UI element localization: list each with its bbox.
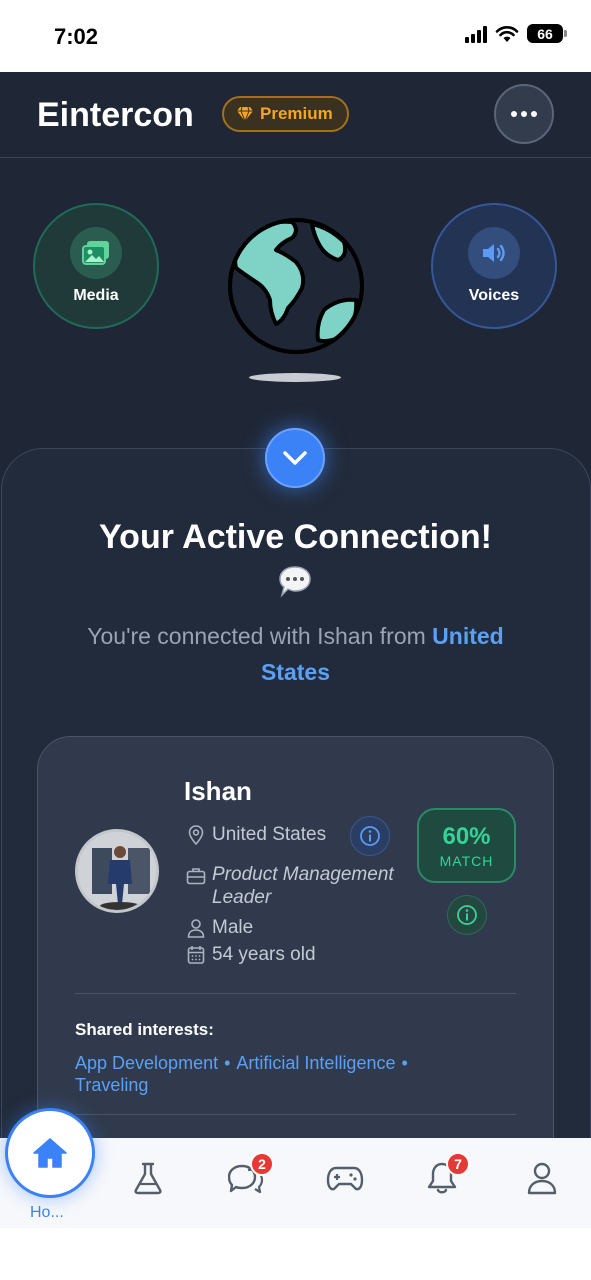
home-label: Ho... bbox=[30, 1204, 64, 1221]
profile-age: 54 years old bbox=[212, 944, 316, 965]
location-info-button[interactable] bbox=[350, 816, 390, 856]
connection-subtitle-text: You're connected with Ishan from bbox=[87, 623, 433, 649]
image-icon bbox=[70, 227, 122, 279]
battery-icon: 66 bbox=[527, 24, 567, 43]
card-divider bbox=[75, 993, 516, 994]
card-divider bbox=[75, 1114, 516, 1115]
status-bar: 7:02 66 bbox=[0, 0, 591, 72]
interest-tag[interactable]: Traveling bbox=[75, 1075, 148, 1095]
occupation-row: Product Management Leader bbox=[186, 863, 422, 909]
speech-bubble-icon bbox=[279, 566, 311, 598]
person-icon bbox=[186, 917, 206, 939]
user-icon bbox=[527, 1162, 557, 1195]
calendar-icon bbox=[186, 944, 206, 966]
interest-tag[interactable]: App Development bbox=[75, 1053, 218, 1073]
nav-notifications[interactable]: 7 bbox=[422, 1152, 470, 1198]
info-icon bbox=[457, 905, 477, 925]
shared-interests-title: Shared interests: bbox=[75, 1020, 214, 1039]
location-row: United States bbox=[186, 824, 326, 846]
briefcase-icon bbox=[186, 865, 206, 887]
age-row: 54 years old bbox=[186, 944, 316, 966]
voices-label: Voices bbox=[468, 287, 520, 304]
collapse-button[interactable] bbox=[265, 428, 325, 488]
globe-icon bbox=[228, 218, 364, 354]
diamond-icon bbox=[237, 106, 253, 122]
voices-button[interactable]: Voices bbox=[431, 203, 557, 329]
home-indicator-area bbox=[0, 1228, 591, 1280]
globe-shadow bbox=[249, 373, 341, 382]
interest-tag[interactable]: Artificial Intelligence bbox=[236, 1053, 395, 1073]
app-screen: Eintercon Premium Media Voices Your Acti… bbox=[0, 72, 591, 1138]
premium-badge[interactable]: Premium bbox=[222, 96, 349, 132]
status-time: 7:02 bbox=[54, 24, 99, 49]
premium-label: Premium bbox=[260, 104, 333, 123]
flask-icon bbox=[134, 1162, 162, 1195]
home-icon bbox=[33, 1138, 67, 1168]
app-title: Eintercon bbox=[37, 96, 194, 134]
match-label: MATCH bbox=[439, 852, 494, 869]
notifications-badge: 7 bbox=[446, 1152, 470, 1176]
connection-title: Your Active Connection! bbox=[99, 518, 492, 556]
signal-icon bbox=[465, 25, 487, 43]
profile-location: United States bbox=[212, 824, 327, 845]
profile-occupation: Product Management Leader bbox=[212, 864, 394, 908]
avatar[interactable] bbox=[75, 829, 159, 913]
gamepad-icon bbox=[326, 1166, 364, 1191]
match-percent: 60% bbox=[442, 822, 491, 850]
location-pin-icon bbox=[186, 824, 206, 846]
wifi-icon bbox=[495, 25, 519, 42]
nav-messages[interactable]: 2 bbox=[226, 1152, 274, 1198]
match-score: 60% MATCH bbox=[417, 808, 516, 883]
media-button[interactable]: Media bbox=[33, 203, 159, 329]
info-icon bbox=[360, 826, 380, 846]
shared-interests-list: App Development • Artificial Intelligence •… bbox=[75, 1053, 408, 1095]
profile-gender: Male bbox=[212, 917, 254, 938]
nav-home[interactable]: Ho... bbox=[0, 1100, 100, 1230]
home-button[interactable] bbox=[5, 1108, 95, 1198]
nav-profile[interactable] bbox=[522, 1158, 562, 1198]
speaker-icon bbox=[468, 227, 520, 279]
nav-lab[interactable] bbox=[128, 1158, 168, 1198]
more-options-button[interactable] bbox=[494, 84, 554, 144]
nav-games[interactable] bbox=[325, 1158, 365, 1198]
media-label: Media bbox=[73, 287, 119, 304]
gender-row: Male bbox=[186, 917, 253, 939]
chevron-down-icon bbox=[283, 451, 307, 465]
status-icons: 66 bbox=[465, 24, 567, 43]
profile-name: Ishan bbox=[184, 776, 252, 806]
connection-subtitle: You're connected with Ishan from United … bbox=[60, 618, 531, 690]
messages-badge: 2 bbox=[250, 1152, 274, 1176]
app-header: Eintercon Premium bbox=[0, 72, 591, 158]
match-info-button[interactable] bbox=[447, 895, 487, 935]
